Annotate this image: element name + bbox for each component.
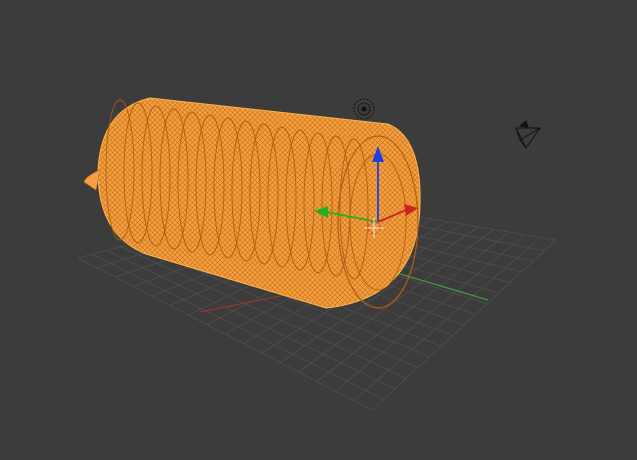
coil-mesh[interactable]	[83, 97, 421, 309]
camera-icon[interactable]	[515, 120, 541, 149]
light-icon[interactable]	[353, 98, 375, 120]
3d-viewport[interactable]	[0, 0, 637, 460]
viewport-canvas[interactable]	[0, 0, 637, 460]
